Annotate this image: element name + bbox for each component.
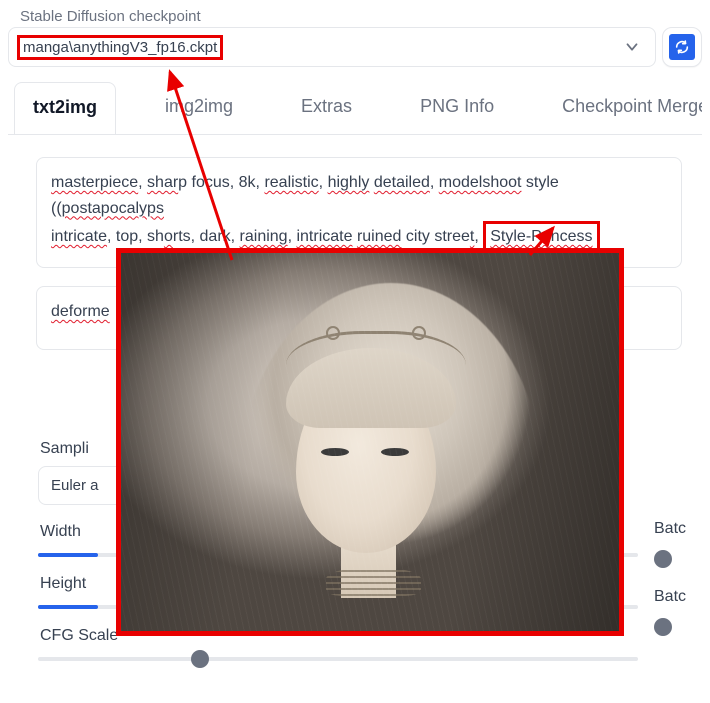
checkpoint-value: manga\anythingV3_fp16.ckpt [17, 35, 223, 60]
batch-count-label: Batc [654, 520, 710, 538]
cfg-slider[interactable] [38, 657, 638, 661]
main-tabs: txt2img img2img Extras PNG Info Checkpoi… [8, 81, 702, 135]
batch-column: Batc Batc [654, 520, 710, 656]
refresh-button[interactable] [662, 27, 702, 67]
checkpoint-select[interactable]: manga\anythingV3_fp16.ckpt [8, 27, 656, 67]
generated-image-overlay [116, 248, 624, 636]
tab-img2img[interactable]: img2img [146, 81, 252, 134]
portrait-illustration [121, 253, 619, 631]
refresh-icon [669, 34, 695, 60]
tab-extras[interactable]: Extras [282, 81, 371, 134]
batch-size-slider-thumb[interactable] [654, 618, 672, 636]
tab-pnginfo[interactable]: PNG Info [401, 81, 513, 134]
chevron-down-icon [623, 38, 641, 56]
batch-size-label: Batc [654, 588, 710, 606]
tab-checkpoint-merger[interactable]: Checkpoint Merger [543, 81, 702, 134]
tab-txt2img[interactable]: txt2img [14, 82, 116, 135]
batch-count-slider-thumb[interactable] [654, 550, 672, 568]
checkpoint-label: Stable Diffusion checkpoint [8, 8, 702, 27]
